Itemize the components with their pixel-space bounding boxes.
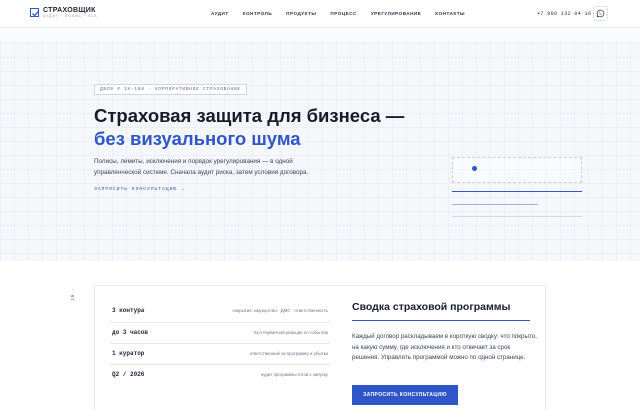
stat-description: покрытие: имущество · ДМС · ответственно… <box>232 308 328 313</box>
hero-consult-link[interactable]: ЗАПРОСИТЬ КОНСУЛЬТАЦИЮ → <box>94 187 185 192</box>
whatsapp-button[interactable] <box>593 6 608 21</box>
hero-tag: ДБЛ9 # 1К-108 · КОРПОРАТИВНОЕ СТРАХОВАНИ… <box>94 84 247 95</box>
whatsapp-icon <box>596 5 605 23</box>
stat-value: Q2 / 2026 <box>112 371 145 378</box>
summary-text: Каждый договор раскладываем в короткую с… <box>352 333 537 361</box>
site-header: СТРАХОВЩИК АУДИТ · ПОЛИС · SLA АУДИТ КОН… <box>0 0 640 28</box>
stat-value: 3 контура <box>112 307 145 314</box>
nav-audit[interactable]: АУДИТ <box>211 11 229 16</box>
main-nav: АУДИТ КОНТРОЛЬ ПРОДУКТЫ ПРОЦЕСС УРЕГУЛИР… <box>211 11 479 16</box>
logo-check-icon <box>30 8 40 18</box>
hero-top-band <box>0 29 640 41</box>
stat-description: SLA первичной реакции по событию <box>253 330 328 335</box>
stat-description: ответственный за программу и убытки <box>249 351 328 356</box>
hero-visual-line <box>452 204 538 205</box>
stats-list: 3 контура покрытие: имущество · ДМС · от… <box>110 301 330 385</box>
nav-products[interactable]: ПРОДУКТЫ <box>286 11 316 16</box>
stat-row: Q2 / 2026 аудит программы готов к запуск… <box>110 364 330 385</box>
nav-contacts[interactable]: КОНТАКТЫ <box>435 11 465 16</box>
stat-value: 1 куратор <box>112 350 145 357</box>
stat-row: до 3 часов SLA первичной реакции по собы… <box>110 322 330 343</box>
hero-lead: Полисы, лимиты, исключения и порядок уре… <box>94 158 309 176</box>
hero-title-line2: без визуального шума <box>94 128 301 149</box>
nav-settlement[interactable]: УРЕГУЛИРОВАНИЕ <box>371 11 421 16</box>
stat-description: аудит программы готов к запуску <box>260 372 328 377</box>
nav-control[interactable]: КОНТРОЛЬ <box>243 11 273 16</box>
hero-visual-line <box>452 216 582 217</box>
hero-visual-line <box>452 191 582 192</box>
hero-visual-dot <box>472 166 477 171</box>
stat-row: 1 куратор ответственный за программу и у… <box>110 343 330 364</box>
section-number: 10 · <box>71 287 76 301</box>
request-consultation-button[interactable]: ЗАПРОСИТЬ КОНСУЛЬТАЦИЮ <box>352 385 458 405</box>
brand-name: СТРАХОВЩИК <box>43 7 96 14</box>
hero-title-line1: Страховая защита для бизнеса — <box>94 105 405 126</box>
brand-tagline: АУДИТ · ПОЛИС · SLA <box>43 14 98 18</box>
summary-title: Сводка страховой программы <box>352 301 511 313</box>
stat-row: 3 контура покрытие: имущество · ДМС · от… <box>110 301 330 322</box>
nav-process[interactable]: ПРОЦЕСС <box>330 11 356 16</box>
hero-title: Страховая защита для бизнеса — без визуа… <box>94 104 404 150</box>
phone-number[interactable]: +7 900 132 04 16 <box>537 11 591 17</box>
summary-divider <box>352 320 530 321</box>
logo[interactable]: СТРАХОВЩИК АУДИТ · ПОЛИС · SLA <box>30 7 98 18</box>
stat-value: до 3 часов <box>112 329 149 336</box>
